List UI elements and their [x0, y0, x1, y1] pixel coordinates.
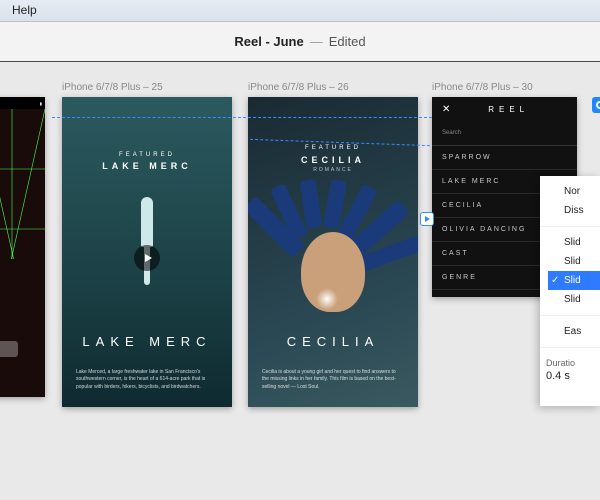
duration-label: Duratio [540, 348, 600, 368]
artboard-lake-merc[interactable]: FEATURED LAKE MERC LAKE MERC Lake Merced… [62, 97, 232, 407]
prototype-link[interactable] [52, 117, 432, 118]
app-brand: REEL [450, 105, 567, 114]
kicker-text: FEATURED [62, 152, 232, 158]
layout-mesh-overlay [0, 109, 45, 259]
hero-title: CECILIA [248, 334, 418, 349]
transition-option[interactable]: Slid [548, 252, 600, 271]
status-bar: 4:21 ▮ [0, 97, 45, 109]
hero-figure [273, 202, 393, 332]
card-subtitle: ROMANCE [248, 167, 418, 173]
transition-option[interactable]: Slid [548, 233, 600, 252]
document-status: Edited [329, 34, 366, 49]
transition-option-selected[interactable]: Slid [548, 271, 600, 290]
transition-option[interactable]: Slid [548, 290, 600, 309]
status-battery-icon: ▮ [40, 101, 42, 106]
menubar[interactable]: Help [0, 0, 600, 22]
transition-popover[interactable]: Nor Diss Slid Slid Slid Slid Eas Duratio… [540, 176, 600, 406]
card-placeholder [0, 341, 18, 357]
search-row[interactable]: Search [432, 121, 577, 146]
lens-flare-icon [316, 288, 338, 310]
transition-option[interactable]: Diss [548, 201, 600, 220]
transition-option[interactable]: Nor [548, 182, 600, 201]
document-title: Reel - June [234, 34, 303, 49]
search-placeholder: Search [442, 130, 461, 136]
hero-title: LAKE MERC [62, 334, 232, 349]
play-button[interactable] [134, 245, 160, 271]
menu-item[interactable]: SPARROW [432, 146, 577, 170]
duration-value[interactable]: 0.4 s [540, 368, 600, 382]
hero-description: Lake Merced, a large freshwater lake in … [76, 369, 218, 392]
hero-description: Cecilia is about a young girl and her qu… [262, 369, 404, 392]
prototype-arrow-icon[interactable] [420, 212, 434, 226]
artboard-1[interactable]: 4:21 ▮ [0, 97, 45, 397]
frame-label[interactable]: iPhone 6/7/8 Plus – 26 [248, 82, 349, 93]
prototype-hotspot-search[interactable] [592, 97, 600, 113]
frame-label[interactable]: iPhone 6/7/8 Plus – 30 [432, 82, 533, 93]
titlebar: Reel - June — Edited [0, 22, 600, 62]
title-separator: — [310, 34, 323, 49]
card-title-small: LAKE MERC [62, 161, 232, 171]
transition-option[interactable]: Eas [548, 322, 600, 341]
menu-help[interactable]: Help [12, 3, 37, 17]
card-title-small: CECILIA [248, 155, 418, 165]
search-icon [596, 101, 600, 110]
design-canvas[interactable]: iPhone 6/7/8 Plus – 25 iPhone 6/7/8 Plus… [0, 62, 600, 500]
close-icon[interactable]: ✕ [442, 104, 450, 115]
kicker-text: FEATURED [248, 145, 418, 151]
frame-label[interactable]: iPhone 6/7/8 Plus – 25 [62, 82, 163, 93]
